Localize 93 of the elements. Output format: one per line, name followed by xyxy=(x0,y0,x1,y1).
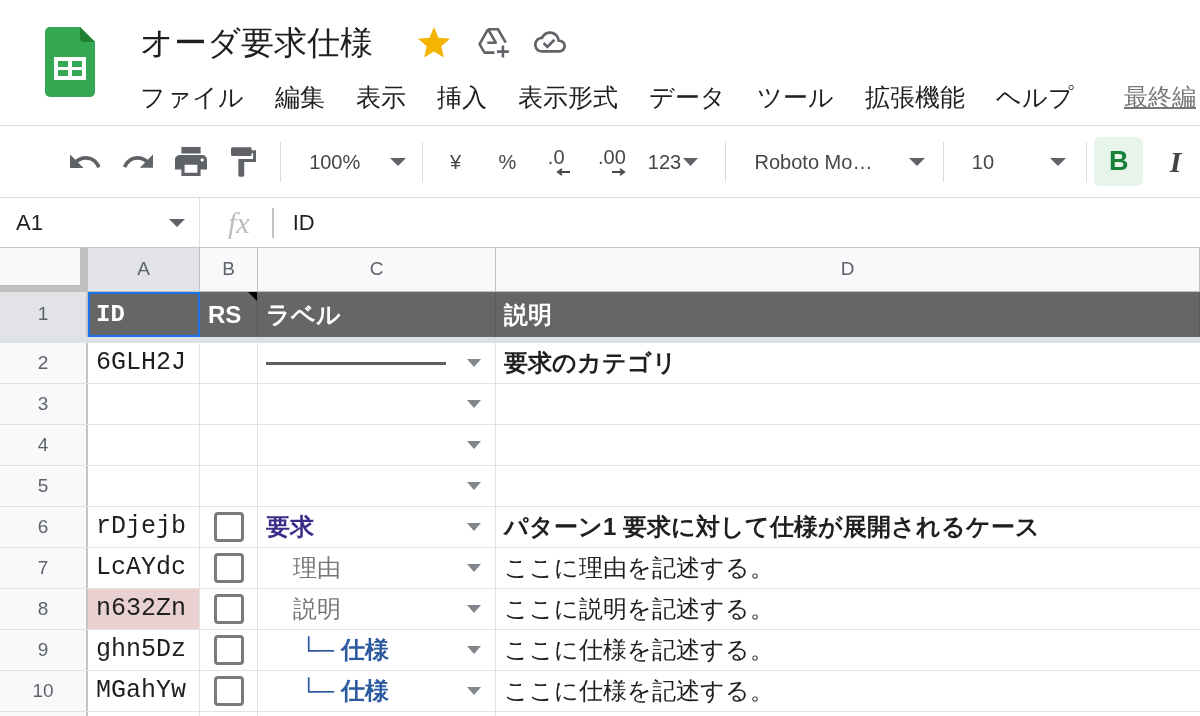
left-arrow-icon xyxy=(556,168,571,176)
triangle-plus-icon[interactable] xyxy=(476,25,510,59)
checkbox[interactable] xyxy=(213,512,244,542)
italic-button[interactable]: I xyxy=(1151,137,1200,186)
menu-item[interactable]: ツール xyxy=(757,79,834,115)
menu-item[interactable]: 表示 xyxy=(356,79,406,115)
checkbox[interactable] xyxy=(213,553,244,583)
menu-item[interactable]: 拡張機能 xyxy=(865,79,965,115)
column-header[interactable]: C xyxy=(258,248,496,292)
decrease-decimals-button[interactable]: .0 xyxy=(533,139,580,184)
row-number[interactable]: 3 xyxy=(0,384,88,424)
last-edit-link[interactable]: 最終編 xyxy=(1124,79,1196,115)
row-number[interactable]: 9 xyxy=(0,630,88,670)
id-text: rDjejb xyxy=(96,511,186,544)
dropdown-caret-icon[interactable] xyxy=(467,605,481,613)
row-number[interactable]: 6 xyxy=(0,507,88,547)
dropdown-caret-icon[interactable] xyxy=(467,400,481,408)
zoom-dropdown[interactable]: 100% xyxy=(294,139,412,184)
caret-icon[interactable] xyxy=(389,157,406,166)
caret-icon[interactable] xyxy=(169,218,185,227)
description-text: ここに仕様を記述する。 xyxy=(504,676,774,706)
header-text: ラベル xyxy=(266,299,341,330)
menu-item[interactable]: 挿入 xyxy=(437,79,487,115)
dropdown-caret-icon[interactable] xyxy=(467,687,481,695)
header-text: RS xyxy=(208,299,242,330)
name-box[interactable]: A1 xyxy=(0,198,200,247)
id-text: MGahYw xyxy=(96,675,186,708)
formula-field[interactable]: ID xyxy=(273,198,1200,247)
checkbox[interactable] xyxy=(213,635,244,665)
header-text: 説明 xyxy=(504,299,552,330)
row-number[interactable]: 4 xyxy=(0,425,88,465)
row-number[interactable]: 5 xyxy=(0,466,88,506)
label-text: └─ 仕様 xyxy=(300,635,389,665)
number-format-dropdown[interactable]: 123 xyxy=(647,139,710,184)
label-text: 要求 xyxy=(266,512,314,542)
caret-icon[interactable] xyxy=(683,157,699,166)
menu-item[interactable]: ヘルプ xyxy=(996,79,1074,115)
checkbox[interactable] xyxy=(213,676,244,706)
dropdown-caret-icon[interactable] xyxy=(467,523,481,531)
row-number[interactable]: 10 xyxy=(0,671,88,711)
header-cell[interactable]: ラベル xyxy=(258,292,496,337)
cloud-check-icon[interactable] xyxy=(534,31,566,53)
fx-label: fx xyxy=(228,207,250,238)
description-text: パターン1 要求に対して仕様が展開されるケース xyxy=(504,512,1040,542)
id-text: LcAYdc xyxy=(96,552,186,585)
dropdown-caret-icon[interactable] xyxy=(467,482,481,490)
description-text: ここに理由を記述する。 xyxy=(504,553,774,583)
star-icon[interactable] xyxy=(418,26,450,58)
header-cell[interactable]: RS xyxy=(200,292,258,337)
menu-item[interactable]: データ xyxy=(649,79,726,115)
right-arrow-icon xyxy=(611,168,626,176)
header-text: ID xyxy=(96,299,125,330)
id-text: ghn5Dz xyxy=(96,634,186,667)
spreadsheet-logo-icon[interactable] xyxy=(45,27,95,97)
row-number[interactable]: 1 xyxy=(0,292,88,337)
menu-item[interactable]: 表示形式 xyxy=(518,79,618,115)
column-header[interactable]: D xyxy=(496,248,1200,292)
description-text: ここに説明を記述する。 xyxy=(504,594,774,624)
row-number[interactable]: 7 xyxy=(0,548,88,588)
caret-icon[interactable] xyxy=(908,157,925,166)
dropdown-caret-icon[interactable] xyxy=(467,441,481,449)
menu-item[interactable]: 編集 xyxy=(275,79,325,115)
increase-decimals-button[interactable]: .00 xyxy=(579,139,645,184)
label-text: └─ 仕様 xyxy=(300,676,389,706)
label-text: 理由 xyxy=(293,553,341,583)
font-dropdown[interactable]: Roboto Mo… xyxy=(725,139,943,184)
description-text: 要求のカテゴリ xyxy=(504,348,677,378)
id-text: n632Zn xyxy=(96,593,186,626)
dropdown-caret-icon[interactable] xyxy=(467,646,481,654)
checkbox[interactable] xyxy=(213,594,244,624)
row-number[interactable]: 8 xyxy=(0,589,88,629)
print-icon[interactable] xyxy=(174,147,207,176)
percent-button[interactable]: % xyxy=(481,139,534,184)
label-text: 説明 xyxy=(293,594,341,624)
description-text: ここに仕様を記述する。 xyxy=(504,635,774,665)
bold-button[interactable]: B xyxy=(1094,137,1144,186)
id-text: 6GLH2J xyxy=(96,347,186,380)
paint-roller-icon[interactable] xyxy=(231,146,257,177)
column-header[interactable]: A xyxy=(88,248,200,292)
header-cell[interactable]: ID xyxy=(88,292,200,337)
caret-icon[interactable] xyxy=(1050,157,1067,166)
column-header[interactable]: B xyxy=(200,248,258,292)
document-title[interactable]: オーダ要求仕様 xyxy=(140,25,373,59)
dropdown-caret-icon[interactable] xyxy=(467,564,481,572)
redo-icon[interactable] xyxy=(123,154,154,169)
id-cell[interactable]: n632Zn xyxy=(88,589,200,629)
row-number[interactable]: 2 xyxy=(0,343,88,383)
header-cell[interactable]: 説明 xyxy=(496,292,1200,337)
currency-button[interactable]: ¥ xyxy=(429,139,482,184)
font-size-dropdown[interactable]: 10 xyxy=(943,139,1087,184)
dropdown-caret-icon[interactable] xyxy=(467,359,481,367)
undo-icon[interactable] xyxy=(70,154,101,169)
menu-item[interactable]: ファイル xyxy=(140,79,244,115)
